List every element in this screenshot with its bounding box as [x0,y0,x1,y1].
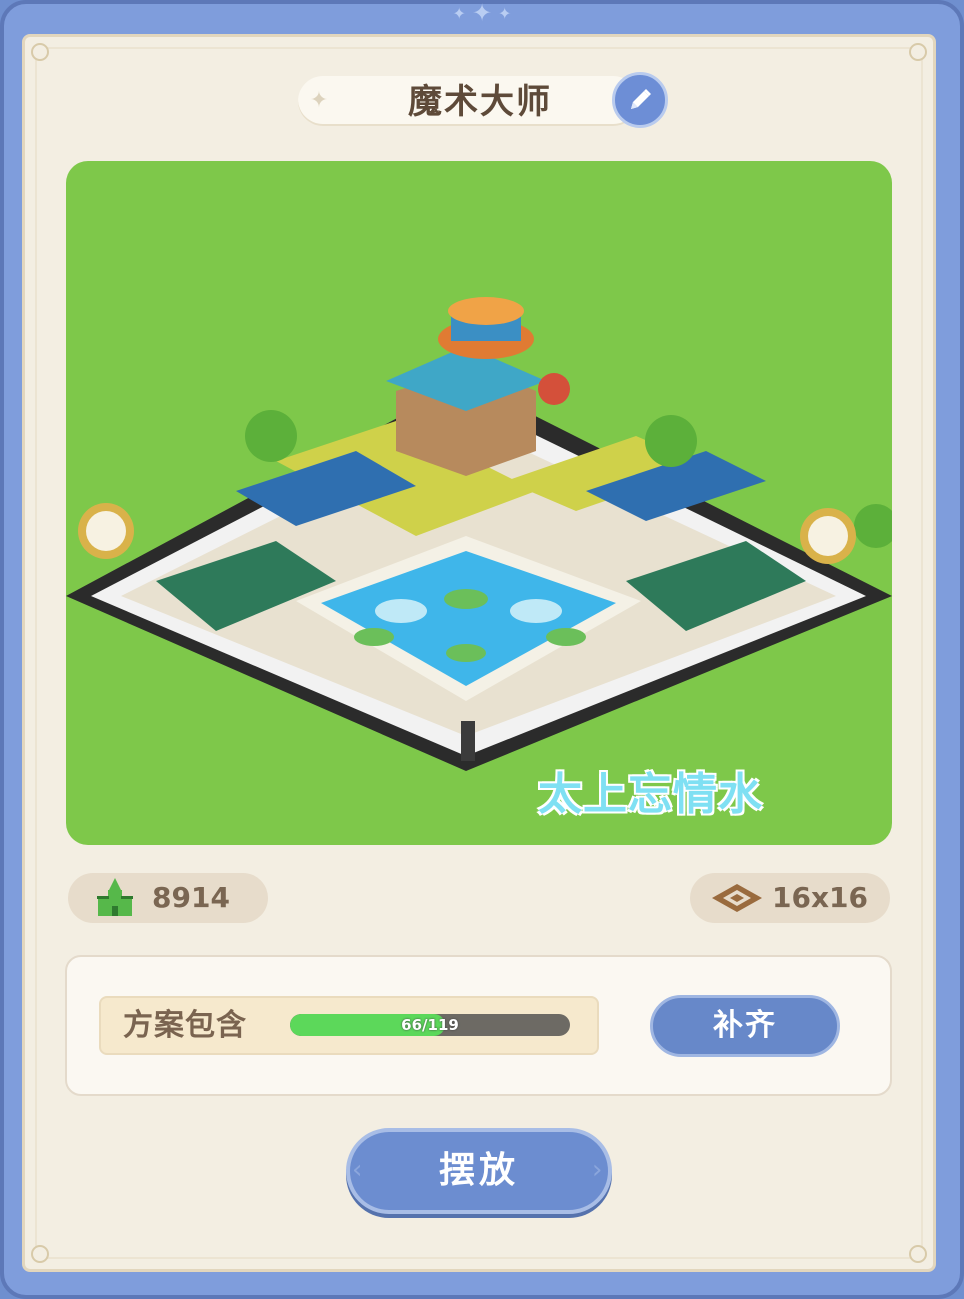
pencil-icon [631,89,651,109]
prosperity-value: 8914 [152,881,230,914]
corner-ornament [909,1245,927,1263]
edit-name-button[interactable] [612,72,668,128]
corner-ornament [31,1245,49,1263]
fill-missing-button[interactable]: 补齐 [650,995,840,1057]
plan-title: 魔术大师 [408,82,552,122]
place-button[interactable]: 摆放 [346,1128,612,1214]
corner-ornament [909,43,927,61]
sparkle-icon: ✦ [309,88,329,113]
isometric-garden-illustration [66,297,892,771]
castle-icon [97,878,133,916]
plan-contents-label: 方案包含 [123,1008,247,1043]
plan-preview-image [66,161,892,845]
frame-ornament: ✦ ✦ ✦ [452,0,512,27]
tiles-icon [712,884,762,912]
button-ornament-right: › [592,1155,603,1185]
watermark-text: 太上忘情水 [538,769,763,820]
corner-ornament [31,43,49,61]
progress-text: 66/119 [401,1016,459,1034]
button-ornament-left: ‹ [352,1155,363,1185]
size-value: 16x16 [772,881,868,914]
